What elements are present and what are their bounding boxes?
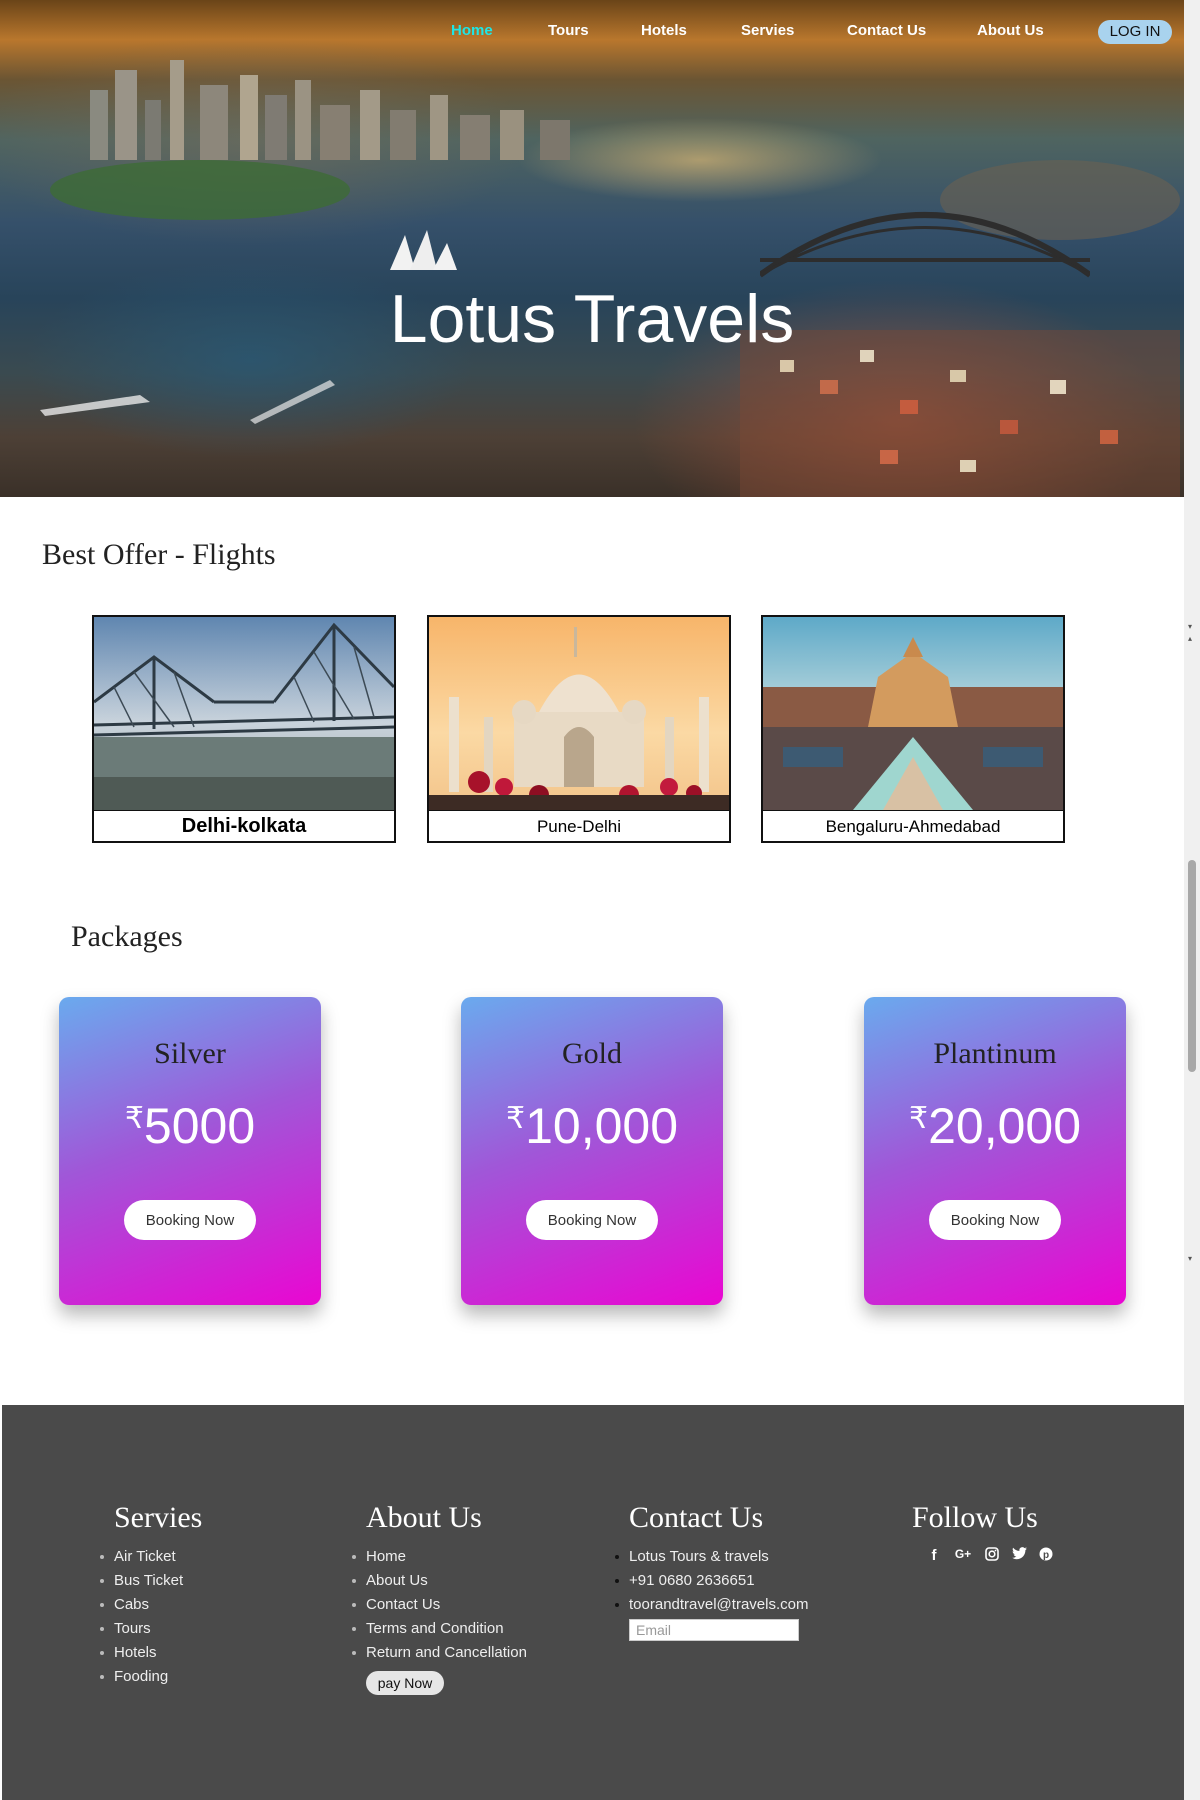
price-value: 10,000 bbox=[525, 1098, 679, 1154]
flight-card-bengaluru-ahmedabad[interactable]: Bengaluru-Ahmedabad bbox=[761, 615, 1065, 843]
footer-link-return-cancellation[interactable]: Return and Cancellation bbox=[352, 1643, 527, 1667]
email-input[interactable] bbox=[629, 1619, 799, 1641]
flight-route-label: Bengaluru-Ahmedabad bbox=[763, 810, 1063, 842]
booking-now-button[interactable]: Booking Now bbox=[526, 1200, 658, 1240]
contact-company: Lotus Tours & travels bbox=[614, 1547, 808, 1571]
scroll-arrow-icon[interactable]: ▾ bbox=[1188, 1254, 1192, 1263]
footer-heading: Servies bbox=[114, 1501, 203, 1534]
flight-route-label: Pune-Delhi bbox=[429, 810, 729, 842]
contact-email[interactable]: toorandtravel@travels.com bbox=[614, 1595, 808, 1619]
rupee-icon: ₹ bbox=[505, 1102, 526, 1135]
akshardham-image bbox=[763, 617, 1063, 810]
footer-services-list: Air Ticket Bus Ticket Cabs Tours Hotels … bbox=[99, 1547, 202, 1691]
taj-mahal-image bbox=[429, 617, 729, 810]
package-card-gold: Gold ₹10,000 Booking Now bbox=[461, 997, 723, 1305]
contact-phone: +91 0680 2636651 bbox=[614, 1571, 808, 1595]
package-name: Silver bbox=[154, 1037, 226, 1070]
footer-contact-column: Contact Us Lotus Tours & travels +91 068… bbox=[614, 1501, 808, 1641]
pay-now-button[interactable]: pay Now bbox=[366, 1671, 444, 1695]
price-value: 5000 bbox=[143, 1098, 256, 1154]
footer-heading: Contact Us bbox=[629, 1501, 764, 1534]
nav-hotels[interactable]: Hotels bbox=[641, 22, 687, 39]
footer-link-cabs[interactable]: Cabs bbox=[99, 1595, 202, 1619]
flights-section-title: Best Offer - Flights bbox=[42, 538, 276, 571]
footer-link-bus-ticket[interactable]: Bus Ticket bbox=[99, 1571, 202, 1595]
scroll-down-arrow-icon[interactable]: ▴ bbox=[1188, 634, 1192, 643]
page: Lotus Travels Home Tours Hotels Servies … bbox=[0, 0, 1184, 1800]
package-name: Plantinum bbox=[933, 1037, 1057, 1070]
footer-follow-column: Follow Us f G+ p bbox=[912, 1501, 1054, 1565]
packages-section-title: Packages bbox=[71, 920, 183, 953]
site-footer: Servies Air Ticket Bus Ticket Cabs Tours… bbox=[2, 1405, 1184, 1800]
footer-link-about-us[interactable]: About Us bbox=[352, 1571, 527, 1595]
page-scrollbar[interactable]: ▾ ▴ ▾ bbox=[1184, 0, 1200, 1800]
price-value: 20,000 bbox=[928, 1098, 1082, 1154]
twitter-icon[interactable] bbox=[1011, 1547, 1027, 1565]
footer-contact-list: Lotus Tours & travels +91 0680 2636651 t… bbox=[614, 1547, 808, 1619]
flight-card-pune-delhi[interactable]: Pune-Delhi bbox=[427, 615, 731, 843]
package-price: ₹5000 bbox=[59, 1097, 321, 1155]
nav-home[interactable]: Home bbox=[451, 22, 493, 39]
harbour-bridge bbox=[760, 212, 1090, 278]
social-icons: f G+ p bbox=[926, 1547, 1054, 1565]
flight-card-delhi-kolkata[interactable]: Delhi-kolkata bbox=[92, 615, 396, 843]
package-price: ₹20,000 bbox=[864, 1097, 1126, 1155]
booking-now-button[interactable]: Booking Now bbox=[929, 1200, 1061, 1240]
facebook-icon[interactable]: f bbox=[926, 1547, 942, 1565]
nav-tours[interactable]: Tours bbox=[548, 22, 589, 39]
instagram-icon[interactable] bbox=[984, 1547, 1000, 1565]
footer-about-list: Home About Us Contact Us Terms and Condi… bbox=[352, 1547, 527, 1667]
site-title: Lotus Travels bbox=[389, 281, 795, 357]
flight-route-label: Delhi-kolkata bbox=[94, 810, 394, 842]
footer-link-hotels[interactable]: Hotels bbox=[99, 1643, 202, 1667]
package-name: Gold bbox=[562, 1037, 622, 1070]
footer-link-tours[interactable]: Tours bbox=[99, 1619, 202, 1643]
rupee-icon: ₹ bbox=[908, 1102, 929, 1135]
footer-heading: About Us bbox=[366, 1501, 482, 1534]
nav-contact-us[interactable]: Contact Us bbox=[847, 22, 926, 39]
main-nav: Home Tours Hotels Servies Contact Us Abo… bbox=[0, 20, 1184, 44]
footer-heading: Follow Us bbox=[912, 1501, 1038, 1534]
footer-link-air-ticket[interactable]: Air Ticket bbox=[99, 1547, 202, 1571]
scroll-thumb[interactable] bbox=[1188, 860, 1196, 1072]
login-button[interactable]: LOG IN bbox=[1098, 20, 1172, 44]
booking-now-button[interactable]: Booking Now bbox=[124, 1200, 256, 1240]
scroll-up-arrow-icon[interactable]: ▾ bbox=[1188, 622, 1192, 631]
svg-text:p: p bbox=[1043, 1550, 1049, 1561]
rupee-icon: ₹ bbox=[124, 1102, 144, 1135]
footer-services-column: Servies Air Ticket Bus Ticket Cabs Tours… bbox=[99, 1501, 203, 1691]
nav-about-us[interactable]: About Us bbox=[977, 22, 1044, 39]
footer-link-contact-us[interactable]: Contact Us bbox=[352, 1595, 527, 1619]
google-plus-icon[interactable]: G+ bbox=[953, 1547, 973, 1565]
package-card-silver: Silver ₹5000 Booking Now bbox=[59, 997, 321, 1305]
footer-about-column: About Us Home About Us Contact Us Terms … bbox=[352, 1501, 527, 1695]
hero-banner: Lotus Travels Home Tours Hotels Servies … bbox=[0, 0, 1184, 497]
package-card-platinum: Plantinum ₹20,000 Booking Now bbox=[864, 997, 1126, 1305]
footer-link-fooding[interactable]: Fooding bbox=[99, 1667, 202, 1691]
package-price: ₹10,000 bbox=[461, 1097, 723, 1155]
footer-link-home[interactable]: Home bbox=[352, 1547, 527, 1571]
nav-servies[interactable]: Servies bbox=[741, 22, 794, 39]
howrah-bridge-image bbox=[94, 617, 394, 810]
pinterest-icon[interactable]: p bbox=[1038, 1547, 1054, 1565]
opera-house bbox=[390, 230, 457, 270]
footer-link-terms[interactable]: Terms and Condition bbox=[352, 1619, 527, 1643]
